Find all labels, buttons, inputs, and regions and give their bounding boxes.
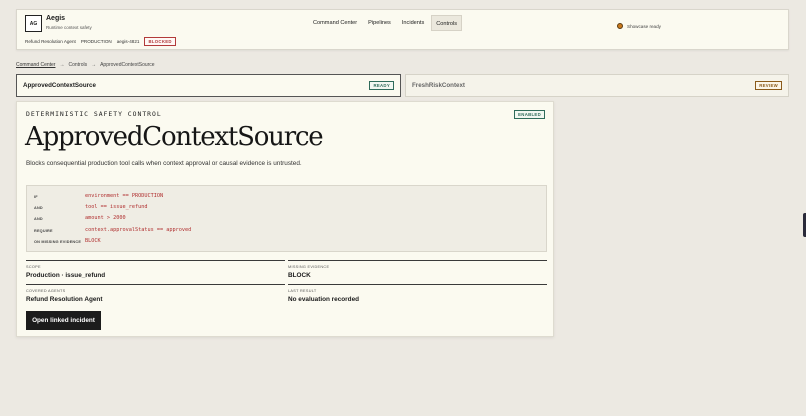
field-value: Production · issue_refund	[26, 272, 106, 279]
rule-key: REQUIRE	[34, 229, 53, 233]
rule-value: tool == issue_refund	[85, 204, 148, 210]
control-title: ApprovedContextSource	[25, 122, 324, 152]
rule-key: AND	[34, 217, 43, 221]
top-bar: AG Aegis Runtime context safety Refund R…	[16, 9, 789, 50]
control-eyebrow: DETERMINISTIC SAFETY CONTROL	[26, 110, 162, 118]
ready-badge: READY	[369, 81, 394, 90]
field-value: Refund Resolution Agent	[26, 296, 103, 303]
control-description: Blocks consequential production tool cal…	[26, 160, 302, 167]
scope-field: SCOPE Production · issue_refund	[26, 260, 285, 282]
status-text: Showcase ready	[627, 23, 661, 29]
blocked-status-badge: BLOCKED	[144, 37, 176, 46]
nav-controls[interactable]: Controls	[431, 15, 463, 31]
main-nav: Command Center Pipelines Incidents Contr…	[309, 15, 463, 31]
field-label: SCOPE	[26, 265, 41, 269]
last-result-field: LAST RESULT No evaluation recorded	[288, 284, 547, 306]
review-badge: REVIEW	[755, 81, 782, 90]
breadcrumb-command-center[interactable]: Command Center	[16, 62, 55, 68]
breadcrumb-current: ApprovedContextSource	[100, 62, 155, 68]
environment-label: PRODUCTION	[80, 39, 112, 44]
field-label: MISSING EVIDENCE	[288, 265, 330, 269]
status-dot-icon	[617, 23, 623, 29]
nav-incidents[interactable]: Incidents	[398, 15, 428, 31]
agent-name: Refund Resolution Agent	[25, 39, 76, 44]
breadcrumb-arrow-icon: →	[59, 62, 65, 68]
rule-value: amount > 2000	[85, 215, 126, 221]
rule-row: AND tool == issue_refund	[27, 204, 546, 214]
control-tab-fresh-risk-context[interactable]: FreshRiskContext REVIEW	[405, 74, 789, 97]
showcase-status: Showcase ready	[617, 23, 661, 29]
breadcrumb-controls[interactable]: Controls	[68, 62, 87, 68]
agent-context: Refund Resolution Agent PRODUCTION aegis…	[25, 37, 176, 46]
control-detail-panel: DETERMINISTIC SAFETY CONTROL ENABLED App…	[16, 101, 554, 337]
aegis-logo: AG	[25, 15, 42, 32]
rule-key: ON MISSING EVIDENCE	[34, 240, 82, 244]
rule-value: context.approvalStatus == approved	[85, 227, 192, 233]
breadcrumb-arrow-icon: →	[91, 62, 97, 68]
rule-row: IF environment == PRODUCTION	[27, 193, 546, 203]
enabled-badge: ENABLED	[514, 110, 545, 119]
control-tab-title: FreshRiskContext	[412, 82, 465, 89]
open-linked-incident-button[interactable]: Open linked incident	[26, 311, 101, 330]
rule-value: environment == PRODUCTION	[85, 193, 164, 199]
rule-row: ON MISSING EVIDENCE BLOCK	[27, 238, 546, 248]
field-label: LAST RESULT	[288, 289, 317, 293]
agent-id: aegis-4821	[116, 39, 140, 44]
rule-key: AND	[34, 206, 43, 210]
field-value: BLOCK	[288, 272, 311, 279]
control-tab-title: ApprovedContextSource	[23, 82, 96, 89]
rule-row: REQUIRE context.approvalStatus == approv…	[27, 227, 546, 237]
nav-command-center[interactable]: Command Center	[309, 15, 361, 31]
field-label: COVERED AGENTS	[26, 289, 66, 293]
field-value: No evaluation recorded	[288, 296, 360, 303]
rule-definition: IF environment == PRODUCTION AND tool ==…	[26, 185, 547, 252]
covered-agents-field: COVERED AGENTS Refund Resolution Agent	[26, 284, 285, 306]
brand-subtitle: Runtime context safety	[46, 25, 92, 30]
control-tab-approved-context-source[interactable]: ApprovedContextSource READY	[16, 74, 401, 97]
missing-evidence-field: MISSING EVIDENCE BLOCK	[288, 260, 547, 282]
nav-pipelines[interactable]: Pipelines	[364, 15, 395, 31]
breadcrumb: Command Center → Controls → ApprovedCont…	[16, 62, 155, 68]
rule-value: BLOCK	[85, 238, 101, 244]
brand-name: Aegis	[46, 15, 66, 22]
rule-row: AND amount > 2000	[27, 215, 546, 225]
rule-key: IF	[34, 195, 38, 199]
